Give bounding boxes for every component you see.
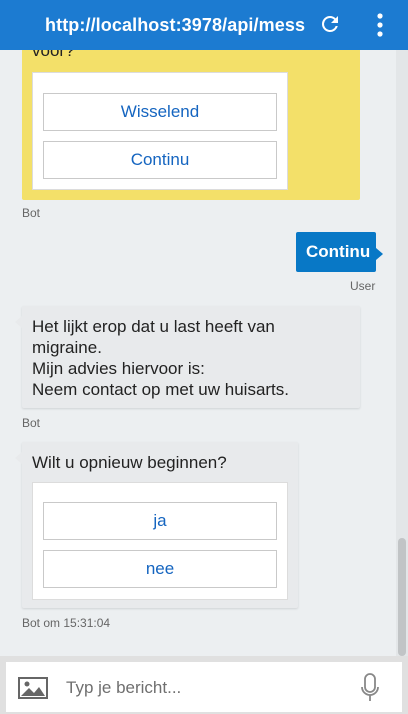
sender-label: Bot bbox=[22, 206, 41, 220]
sender-timestamp: Bot om 15:31:04 bbox=[22, 616, 111, 630]
input-container bbox=[6, 662, 402, 712]
app-header: http://localhost:3978/api/mess bbox=[0, 0, 408, 50]
page-title: http://localhost:3978/api/mess bbox=[45, 15, 306, 35]
sender-label: Bot bbox=[22, 416, 41, 430]
message-line: migraine. bbox=[32, 338, 102, 357]
refresh-icon[interactable] bbox=[318, 12, 342, 36]
bubble-tail bbox=[376, 248, 383, 260]
card-actions: ja nee bbox=[32, 482, 288, 600]
user-message: Continu bbox=[296, 232, 383, 272]
bubble-tail bbox=[15, 316, 22, 328]
bot-card-message: Wilt u opnieuw beginnen? ja nee bbox=[15, 442, 298, 608]
message-input[interactable] bbox=[64, 673, 358, 703]
ja-button[interactable]: ja bbox=[43, 502, 277, 540]
continu-button[interactable]: Continu bbox=[43, 141, 277, 179]
chat-history[interactable]: voor? Wisselend Continu Bot Continu User… bbox=[0, 50, 396, 656]
bot-card-message: voor? Wisselend Continu bbox=[22, 50, 360, 200]
more-vert-icon[interactable] bbox=[372, 12, 388, 38]
nee-button[interactable]: nee bbox=[43, 550, 277, 588]
card-actions: Wisselend Continu bbox=[32, 72, 288, 190]
message-line: Neem contact op met uw huisarts. bbox=[32, 380, 290, 399]
card-question-text: Wilt u opnieuw beginnen? bbox=[32, 453, 227, 472]
scrollbar-thumb[interactable] bbox=[398, 538, 406, 656]
card-question-text: voor? bbox=[32, 50, 75, 60]
bot-message-text: Het lijkt erop dat u last heeft van migr… bbox=[32, 316, 289, 400]
message-line: Mijn advies hiervoor is: bbox=[32, 359, 205, 378]
bot-message: Het lijkt erop dat u last heeft van migr… bbox=[15, 306, 360, 408]
user-message-text: Continu bbox=[306, 242, 371, 261]
input-bar bbox=[0, 656, 408, 714]
sender-label: User bbox=[350, 279, 376, 293]
wisselend-button[interactable]: Wisselend bbox=[43, 93, 277, 131]
bubble-tail bbox=[15, 452, 22, 464]
scrollbar[interactable] bbox=[396, 50, 408, 656]
image-upload-icon[interactable] bbox=[18, 677, 48, 699]
message-line: Het lijkt erop dat u last heeft van bbox=[32, 317, 275, 336]
microphone-icon[interactable] bbox=[360, 673, 380, 703]
